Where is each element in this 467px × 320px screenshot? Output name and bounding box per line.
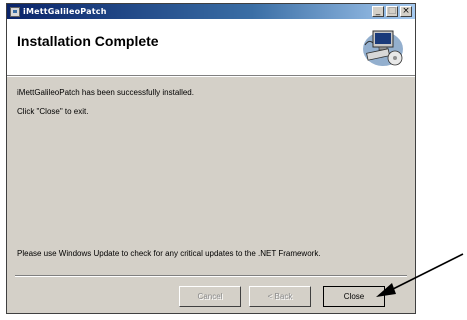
window-title: iMettGalileoPatch [23, 7, 107, 16]
footer-divider-highlight [15, 276, 407, 277]
header-divider [7, 76, 415, 77]
exit-instruction: Click "Close" to exit. [17, 107, 89, 116]
installer-window: iMettGalileoPatch _ □ × Installation Com… [6, 3, 416, 314]
title-bar[interactable]: iMettGalileoPatch _ □ × [7, 4, 415, 19]
window-controls: _ □ × [372, 6, 412, 17]
close-window-button[interactable]: × [400, 6, 412, 17]
success-message: iMettGalileoPatch has been successfully … [17, 88, 194, 97]
maximize-button[interactable]: □ [386, 6, 398, 17]
minimize-button[interactable]: _ [372, 6, 384, 17]
header-panel: Installation Complete [7, 19, 415, 76]
computer-install-icon [363, 30, 403, 66]
page-title: Installation Complete [17, 33, 159, 49]
back-button[interactable]: < Back [249, 286, 311, 307]
app-icon [10, 6, 20, 17]
cancel-button[interactable]: Cancel [179, 286, 241, 307]
update-note: Please use Windows Update to check for a… [17, 249, 321, 258]
close-button[interactable]: Close [323, 286, 385, 307]
